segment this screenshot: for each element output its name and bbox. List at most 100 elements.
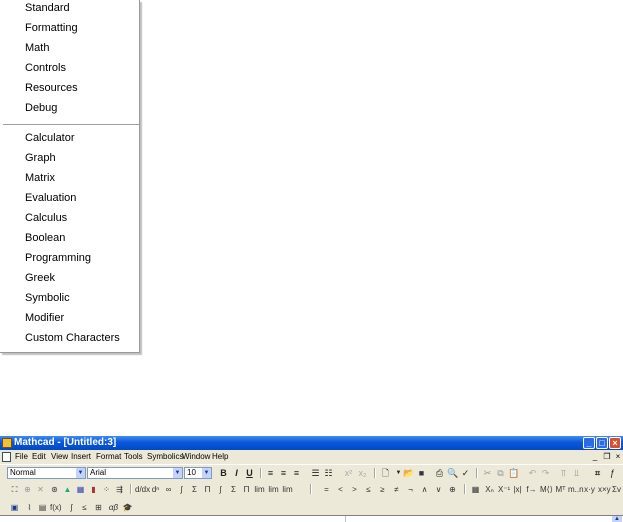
- align-right-icon[interactable]: ≡: [291, 467, 302, 479]
- font-dropdown[interactable]: Arial ▼: [87, 467, 183, 479]
- indefinite-integral-icon[interactable]: ∫: [215, 484, 226, 496]
- inverse-icon[interactable]: X⁻¹: [498, 484, 510, 496]
- doc-close-button[interactable]: ×: [614, 452, 622, 461]
- definite-integral-icon[interactable]: ∫: [176, 484, 187, 496]
- 3d-bar-plot-icon[interactable]: ▮: [88, 484, 99, 496]
- calculate-icon[interactable]: ⌗: [592, 467, 603, 479]
- menu-item-calculus[interactable]: Calculus: [25, 208, 67, 228]
- operator-and[interactable]: ∧: [419, 484, 430, 496]
- limit-icon[interactable]: lim: [254, 484, 265, 496]
- doc-restore-button[interactable]: ❐: [603, 452, 611, 461]
- align-left-icon[interactable]: ≡: [265, 467, 276, 479]
- insert-function-icon[interactable]: ƒ: [607, 467, 618, 479]
- transpose-icon[interactable]: Mᵀ: [555, 484, 566, 496]
- boolean-palette-icon[interactable]: ≤: [79, 502, 90, 514]
- matrix-icon[interactable]: ▦: [470, 484, 481, 496]
- print-icon[interactable]: ⎙: [434, 467, 445, 479]
- title-bar[interactable]: Mathcad - [Untitled:3] _ □ ×: [0, 436, 623, 450]
- new-document-icon[interactable]: 🗋: [380, 467, 391, 479]
- menu-item-evaluation[interactable]: Evaluation: [25, 188, 76, 208]
- range-sum-icon[interactable]: Σ: [228, 484, 239, 496]
- superscript-icon[interactable]: x²: [343, 467, 354, 479]
- align-bottom-icon[interactable]: ⫫: [571, 467, 582, 479]
- print-preview-icon[interactable]: 🔍: [447, 467, 458, 479]
- menu-view[interactable]: View: [51, 451, 68, 463]
- derivative-icon[interactable]: d/dx: [135, 484, 150, 496]
- calculus-palette-icon[interactable]: ∫: [66, 502, 77, 514]
- limit-right-icon[interactable]: lim: [268, 484, 279, 496]
- doc-minimize-button[interactable]: _: [591, 452, 599, 461]
- operator-less-than[interactable]: <: [335, 484, 346, 496]
- evaluation-palette-icon[interactable]: f(x): [50, 502, 62, 514]
- menu-item-controls[interactable]: Controls: [25, 58, 66, 78]
- mathcad-app-icon[interactable]: [2, 438, 12, 448]
- menu-item-custom-characters[interactable]: Custom Characters: [25, 328, 120, 348]
- menu-symbolics[interactable]: Symbolics: [147, 451, 183, 463]
- menu-item-standard[interactable]: Standard: [25, 0, 70, 18]
- menu-tools[interactable]: Tools: [124, 451, 143, 463]
- subscript-icon[interactable]: x₂: [357, 467, 368, 479]
- undo-icon[interactable]: ↶: [527, 467, 538, 479]
- menu-format[interactable]: Format: [96, 451, 121, 463]
- infinity-icon[interactable]: ∞: [163, 484, 174, 496]
- cut-icon[interactable]: ✂: [482, 467, 493, 479]
- menu-item-math[interactable]: Math: [25, 38, 49, 58]
- cross-product-icon[interactable]: x×y: [598, 484, 611, 496]
- dot-product-icon[interactable]: x·y: [584, 484, 595, 496]
- product-icon[interactable]: Π: [202, 484, 213, 496]
- summation-icon[interactable]: Σ: [189, 484, 200, 496]
- vectorize-icon[interactable]: f→: [526, 484, 537, 496]
- determinant-icon[interactable]: |x|: [512, 484, 523, 496]
- menu-file[interactable]: File: [15, 451, 28, 463]
- menu-item-calculator[interactable]: Calculator: [25, 128, 75, 148]
- save-icon[interactable]: ■: [416, 467, 427, 479]
- menu-edit[interactable]: Edit: [32, 451, 46, 463]
- operator-xor[interactable]: ⊕: [447, 484, 458, 496]
- graph-toolbar-icon[interactable]: ⛶: [9, 484, 20, 496]
- menu-item-resources[interactable]: Resources: [25, 78, 78, 98]
- italic-button[interactable]: I: [231, 467, 242, 479]
- numbering-icon[interactable]: ☷: [323, 467, 334, 479]
- nth-derivative-icon[interactable]: dⁿ: [150, 484, 161, 496]
- calculator-toolbar-icon[interactable]: ▣: [9, 502, 20, 514]
- font-size-dropdown[interactable]: 10 ▼: [184, 467, 212, 479]
- align-center-icon[interactable]: ≡: [278, 467, 289, 479]
- scatter-plot-icon[interactable]: ⁘: [101, 484, 112, 496]
- operator-not-equal[interactable]: ≠: [391, 484, 402, 496]
- menu-help[interactable]: Help: [212, 451, 228, 463]
- menu-item-matrix[interactable]: Matrix: [25, 168, 55, 188]
- range-variable-icon[interactable]: m..n: [568, 484, 584, 496]
- matrix-palette-icon[interactable]: ▤: [37, 502, 48, 514]
- menu-item-boolean[interactable]: Boolean: [25, 228, 65, 248]
- paste-icon[interactable]: 📋: [508, 467, 519, 479]
- limit-left-icon[interactable]: lim: [282, 484, 293, 496]
- vector-field-icon[interactable]: ⇶: [114, 484, 125, 496]
- menu-item-symbolic[interactable]: Symbolic: [25, 288, 70, 308]
- spell-check-icon[interactable]: ✓: [460, 467, 471, 479]
- menu-item-programming[interactable]: Programming: [25, 248, 91, 268]
- underline-button[interactable]: U: [244, 467, 255, 479]
- bullets-icon[interactable]: ☰: [310, 467, 321, 479]
- chevron-down-icon[interactable]: ▼: [173, 468, 182, 478]
- menu-item-greek[interactable]: Greek: [25, 268, 55, 288]
- programming-palette-icon[interactable]: ⊞: [93, 502, 104, 514]
- symbolic-palette-icon[interactable]: 🎓: [122, 502, 133, 514]
- trace-icon[interactable]: ✕: [35, 484, 46, 496]
- worksheet-area[interactable]: ▲: [0, 515, 623, 522]
- surface-plot-icon[interactable]: ▲: [62, 484, 73, 496]
- zoom-icon[interactable]: ⊕: [22, 484, 33, 496]
- chevron-down-icon[interactable]: ▼: [76, 468, 85, 478]
- close-button[interactable]: ×: [609, 437, 621, 449]
- menu-item-debug[interactable]: Debug: [25, 98, 57, 118]
- menu-item-formatting[interactable]: Formatting: [25, 18, 78, 38]
- greek-palette-icon[interactable]: αβ: [108, 502, 119, 514]
- minimize-button[interactable]: _: [583, 437, 595, 449]
- operator-equals[interactable]: =: [321, 484, 332, 496]
- menu-insert[interactable]: Insert: [71, 451, 91, 463]
- open-folder-icon[interactable]: 📂: [403, 467, 414, 479]
- menu-item-graph[interactable]: Graph: [25, 148, 56, 168]
- vector-sum-icon[interactable]: Σv: [611, 484, 622, 496]
- globe-icon[interactable]: ⊛: [49, 484, 60, 496]
- operator-not[interactable]: ¬: [405, 484, 416, 496]
- chevron-down-icon[interactable]: ▼: [202, 468, 211, 478]
